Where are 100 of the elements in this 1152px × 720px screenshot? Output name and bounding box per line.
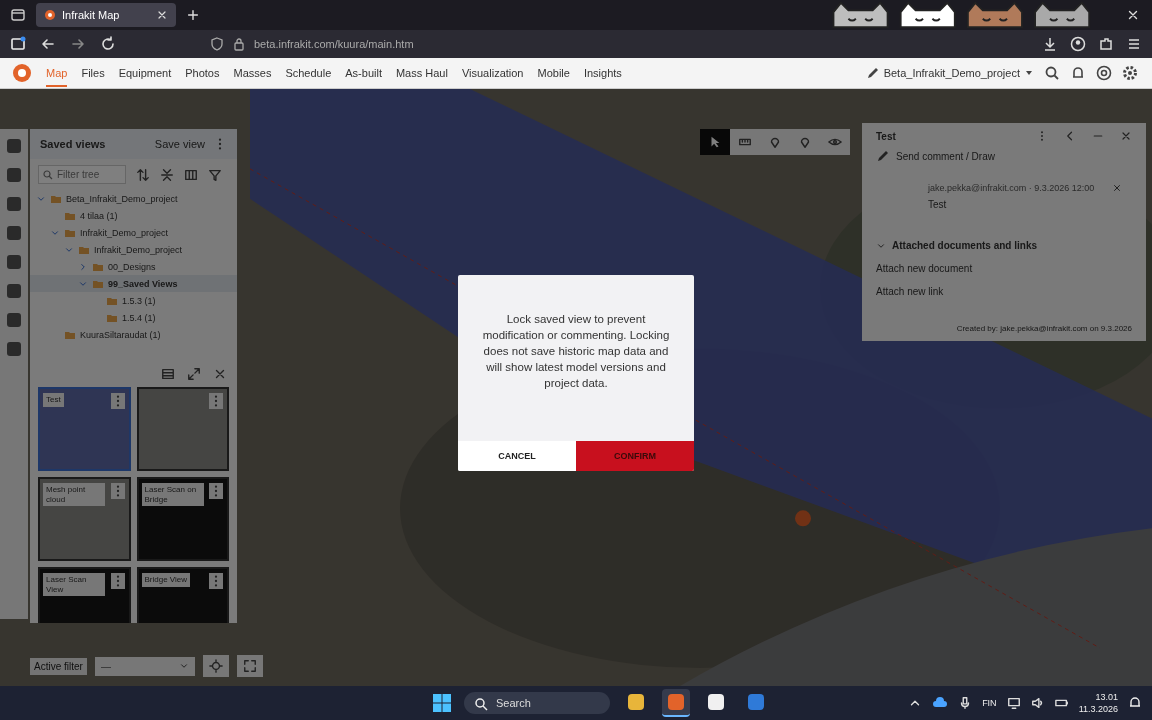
cancel-button[interactable]: CANCEL [458,441,576,471]
saved-view-card[interactable]: Bridge View [136,567,229,623]
search-icon[interactable] [1044,65,1060,81]
confirm-button[interactable]: CONFIRM [576,441,694,471]
help-icon[interactable] [1096,65,1112,81]
nav-tab[interactable]: Files [81,59,105,87]
view-label: Bridge View [141,573,191,587]
section-header[interactable]: Attached documents and links [876,240,1132,251]
comment-text: Test [928,199,948,210]
attach-link[interactable]: Attach new document [876,263,1132,274]
saved-view-card[interactable]: Test [38,387,131,471]
tree-item[interactable]: 1.5.4 (1) [30,309,237,326]
tree-item[interactable]: 99_Saved Views [30,275,237,292]
tree-item[interactable]: Beta_Infrakit_Demo_project [30,190,237,207]
save-view-button[interactable]: Save view [154,138,205,150]
app-logo-icon[interactable] [12,63,32,83]
new-tab-icon[interactable] [186,8,200,22]
view-label: Mesh point cloud [43,483,105,507]
bell-icon[interactable] [1070,65,1086,81]
nav-tab[interactable]: Mass Haul [395,59,448,87]
more-icon[interactable] [110,393,125,409]
nav-tab[interactable]: Schedule [285,59,332,87]
saved-view-card[interactable]: Mesh point cloud [38,477,131,561]
saved-view-card[interactable] [136,387,229,471]
view-label: Laser Scan View [43,573,105,597]
tree-item[interactable]: 00_Designs [30,258,237,275]
forward-icon[interactable] [70,36,86,52]
nav-tab[interactable]: Map [46,59,68,87]
nav-tab[interactable]: Visualization [461,59,524,87]
nav-tab[interactable]: Equipment [118,59,172,87]
search-field[interactable]: Search [464,692,610,714]
download-icon[interactable] [1042,36,1058,52]
menu-icon[interactable] [1126,36,1142,52]
tab-list-icon[interactable] [10,7,26,23]
crosshair-icon [208,659,223,673]
volume-icon[interactable] [1030,696,1045,710]
list-icon[interactable] [161,367,175,381]
tree-item[interactable]: Infrakit_Demo_project [30,224,237,241]
search-icon [474,697,488,711]
close-icon[interactable] [1126,8,1140,22]
lock-icon [232,37,246,51]
language-indicator[interactable]: FIN [982,698,997,708]
tree-item[interactable]: 1.5.3 (1) [30,292,237,309]
comment-author: jake.pekka@infrakit.com · 9.3.2026 12:00 [928,183,1096,193]
more-icon[interactable] [209,393,223,409]
saved-view-card[interactable]: Laser Scan View [38,567,131,623]
more-icon[interactable] [209,573,223,589]
clock-time[interactable]: 13.01 [1095,692,1118,702]
reload-icon[interactable] [100,36,116,52]
draw-link[interactable]: Send comment / Draw [876,149,1132,163]
address-bar[interactable]: beta.infrakit.com/kuura/main.htm [210,37,414,51]
caret-icon [178,661,189,671]
filter-icon[interactable] [208,167,222,182]
tree-item[interactable]: 4 tilaa (1) [30,207,237,224]
expand-icon[interactable] [187,367,201,381]
tree-item[interactable]: Infrakit_Demo_project [30,241,237,258]
tree-item[interactable]: KuuraSiltaraudat (1) [30,326,237,343]
close-icon[interactable] [156,9,168,21]
fit-button[interactable] [236,655,263,677]
sidebar-icon[interactable] [10,36,26,52]
sort-icon[interactable] [136,167,150,182]
more-icon[interactable] [110,483,125,499]
panel-title: Saved views [40,138,107,150]
start-icon[interactable] [432,693,452,713]
pencil-icon [865,66,880,80]
more-icon[interactable] [209,483,223,499]
location-button[interactable] [202,655,229,677]
settings-icon[interactable] [1122,65,1138,81]
project-selector[interactable]: Beta_Infrakit_Demo_project [865,66,1034,80]
dialog-message: Lock saved view to prevent modification or commenting. Locking does not save historic map data and will show latest model versions and project data. [481,312,671,392]
attach-link[interactable]: Attach new link [876,286,1132,297]
pencil-icon [876,149,890,163]
extensions-icon[interactable] [1098,36,1114,52]
shield-icon [210,37,224,51]
view-label: Test [43,393,64,407]
nav-tab[interactable]: Insights [583,59,622,87]
nav-tab[interactable]: Mobile [537,59,570,87]
browser-tab[interactable]: Infrakit Map [36,3,176,27]
site-logo-icon [44,9,56,21]
collapse-icon[interactable] [160,167,174,182]
nav-tab[interactable]: Photos [185,59,220,87]
back-icon[interactable] [40,36,56,52]
saved-view-card[interactable]: Laser Scan on Bridge [136,477,229,561]
more-icon[interactable] [110,573,125,589]
search-icon [43,170,53,180]
panel-title: Test [876,130,897,142]
pin-icon [798,135,812,149]
monitor-icon[interactable] [1006,696,1021,710]
bell-icon[interactable] [1128,696,1142,710]
pin-icon [768,135,782,149]
columns-icon[interactable] [184,167,198,182]
nav-tab[interactable]: Masses [233,59,272,87]
pointer-button[interactable] [700,129,730,155]
view-label: Laser Scan on Bridge [141,483,204,507]
clock-date[interactable]: 11.3.2026 [1078,704,1118,714]
filter-field[interactable]: Filter tree [38,165,126,184]
created-by-text: Created by: jake.pekka@infrakit.com on 9.3.2026 [956,324,1132,333]
nav-tab[interactable]: As-built [345,59,382,87]
fit-icon [242,659,257,673]
account-icon[interactable] [1070,36,1086,52]
